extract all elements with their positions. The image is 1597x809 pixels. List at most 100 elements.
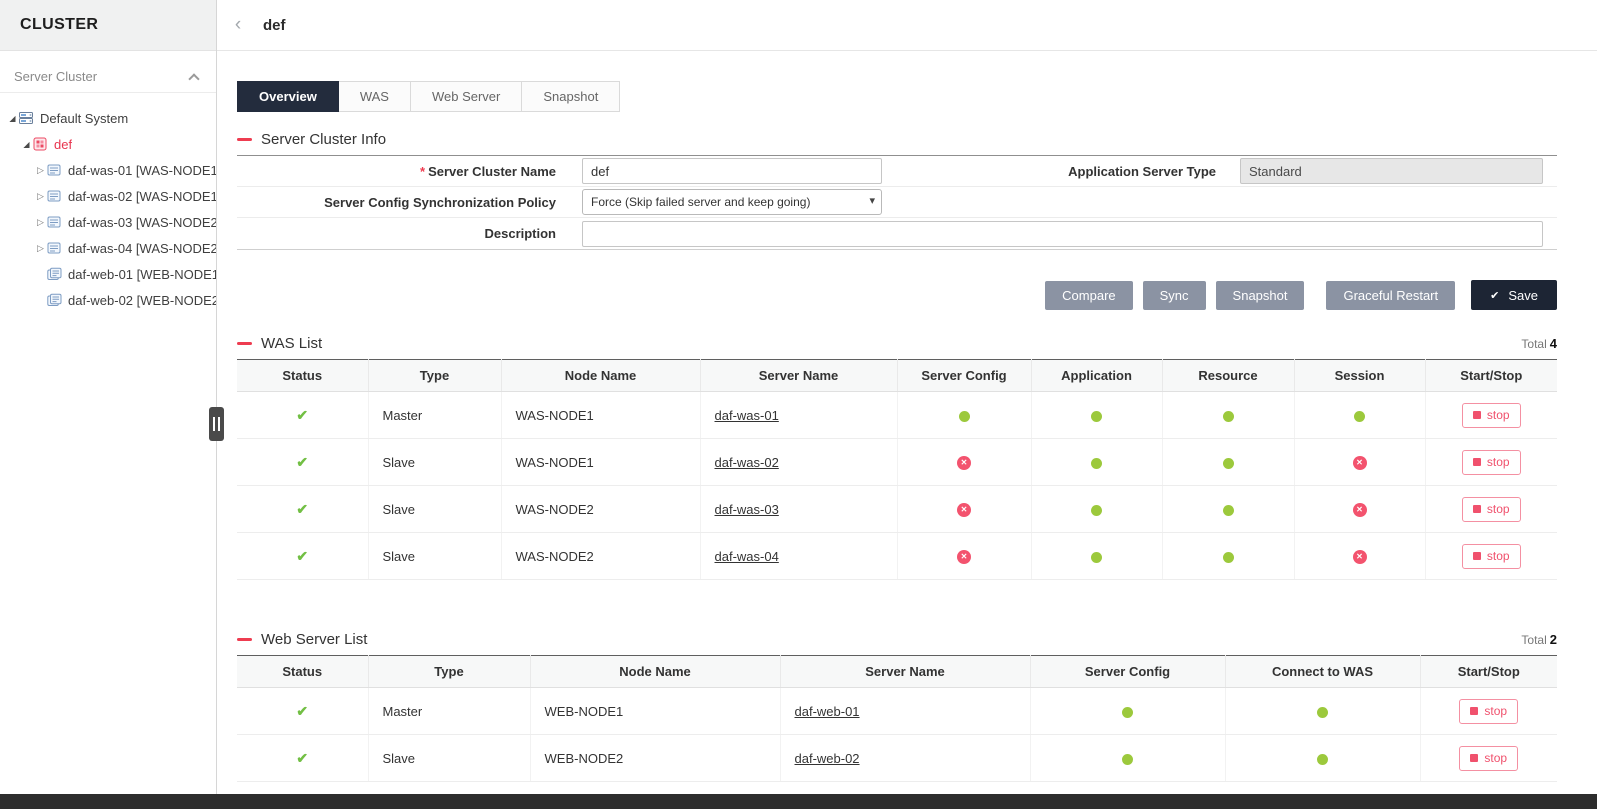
cell-server-name: daf-was-04 — [699, 532, 897, 580]
cell-server-name: daf-was-01 — [699, 391, 897, 439]
main-panel: ‹ def Overview WAS Web Server Snapshot Serv… — [217, 0, 1597, 794]
cell-server-config — [896, 391, 1031, 439]
chevron-up-icon[interactable] — [188, 72, 200, 85]
cell-start-stop: stop — [1424, 485, 1557, 533]
table-row: ✔ Slave WAS-NODE2 daf-was-03 ✕ ✕ stop — [237, 485, 1557, 533]
tree-item-label: daf-was-01 [WAS-NODE1] — [68, 162, 216, 178]
sync-policy-select[interactable]: Force (Skip failed server and keep going… — [582, 189, 882, 215]
sidebar-splitter-handle[interactable] — [209, 407, 224, 441]
stop-button[interactable]: stop — [1461, 543, 1521, 569]
save-button-label: Save — [1508, 287, 1538, 303]
stop-button[interactable]: stop — [1461, 402, 1521, 428]
check-icon: ✔ — [1490, 289, 1500, 302]
tree-item-def[interactable]: ◢ def — [0, 131, 216, 157]
expanded-arrow-icon[interactable]: ◢ — [20, 140, 33, 149]
system-icon — [19, 111, 37, 125]
server-cluster-section-toggle[interactable]: Server Cluster — [0, 61, 216, 93]
stop-square-icon — [1472, 458, 1481, 466]
tab-snapshot[interactable]: Snapshot — [521, 81, 621, 112]
tree-item-daf-web-01[interactable]: daf-web-01 [WEB-NODE1] — [0, 261, 216, 287]
description-input[interactable] — [582, 220, 1543, 247]
cell-status: ✔ — [237, 734, 368, 782]
tab-web-server[interactable]: Web Server — [409, 81, 523, 112]
cell-text: WEB-NODE1 — [544, 703, 624, 719]
server-name-link[interactable]: daf-was-03 — [715, 502, 779, 517]
cell-session: ✕ — [1293, 532, 1425, 580]
collapse-sidebar-arrow-icon[interactable]: ‹ — [227, 14, 249, 36]
tree-item-label: daf-was-04 [WAS-NODE2] — [68, 240, 216, 256]
was-list-section-head: WAS List Total 4 — [237, 334, 1557, 352]
expanded-arrow-icon[interactable]: ◢ — [6, 114, 19, 123]
cell-text: WAS-NODE2 — [515, 548, 594, 564]
server-name-link[interactable]: daf-was-02 — [715, 455, 779, 470]
cell-application — [1030, 532, 1162, 580]
server-name-link[interactable]: daf-was-04 — [715, 549, 779, 564]
status-ok-check-icon: ✔ — [296, 406, 309, 423]
cell-status: ✔ — [237, 687, 368, 735]
status-ok-dot-icon — [1222, 551, 1234, 563]
cluster-info-section-title: Server Cluster Info — [261, 130, 387, 148]
compare-button[interactable]: Compare — [1045, 280, 1133, 310]
stop-button-label: stop — [1486, 502, 1510, 516]
cell-text: WEB-NODE2 — [544, 750, 624, 766]
cell-text: WAS-NODE1 — [515, 454, 594, 470]
web-server-list-table: Status Type Node Name Server Name Server Con… — [237, 655, 1557, 782]
graceful-restart-button[interactable]: Graceful Restart — [1326, 280, 1456, 310]
server-cluster-label: Server Cluster — [14, 69, 98, 84]
cell-server-name: daf-web-02 — [779, 734, 1030, 782]
column-header-type: Type — [367, 359, 501, 392]
status-ok-check-icon: ✔ — [296, 702, 309, 719]
tab-was[interactable]: WAS — [337, 81, 411, 112]
snapshot-button[interactable]: Snapshot — [1215, 280, 1305, 310]
tree-item-daf-was-03[interactable]: ▷ daf-was-03 [WAS-NODE2] — [0, 209, 216, 235]
server-name-link[interactable]: daf-web-02 — [795, 751, 860, 766]
cell-type: Slave — [367, 734, 530, 782]
cell-node-name: WAS-NODE1 — [500, 391, 700, 439]
stop-button[interactable]: stop — [1461, 496, 1521, 522]
page-title: def — [263, 16, 286, 34]
table-row: ✔ Slave WEB-NODE2 daf-web-02 stop — [237, 734, 1557, 782]
collapsed-arrow-icon[interactable]: ▷ — [34, 165, 47, 176]
tree-item-default[interactable]: ◢ Default System — [0, 105, 216, 131]
tree-item-daf-web-02[interactable]: daf-web-02 [WEB-NODE2] — [0, 287, 216, 313]
server-name-link[interactable]: daf-was-01 — [715, 408, 779, 423]
web-total-label: Total — [1521, 632, 1547, 647]
status-ok-dot-icon — [1091, 504, 1102, 516]
cell-start-stop: stop — [1424, 532, 1557, 580]
status-ok-check-icon: ✔ — [296, 749, 309, 766]
status-ok-check-icon: ✔ — [296, 500, 309, 517]
cell-text: Slave — [382, 501, 416, 517]
save-button[interactable]: ✔ Save — [1471, 280, 1557, 310]
cell-node-name: WAS-NODE2 — [500, 485, 700, 533]
cell-resource — [1161, 438, 1294, 486]
cell-session: ✕ — [1293, 438, 1425, 486]
table-row: ✔ Slave WAS-NODE1 daf-was-02 ✕ ✕ stop — [237, 438, 1557, 486]
app-window: CLUSTER Server Cluster ◢ Default System ◢ d… — [0, 0, 1597, 794]
was-list-section-title: WAS List — [261, 334, 323, 352]
cell-connect-to-was — [1224, 687, 1420, 735]
tree-item-daf-was-04[interactable]: ▷ daf-was-04 [WAS-NODE2] — [0, 235, 216, 261]
collapsed-arrow-icon[interactable]: ▷ — [34, 217, 47, 228]
table-row: ✔ Slave WAS-NODE2 daf-was-04 ✕ ✕ stop — [237, 532, 1557, 580]
tab-overview[interactable]: Overview — [237, 81, 339, 112]
stop-button[interactable]: stop — [1459, 745, 1519, 771]
stop-button[interactable]: stop — [1461, 449, 1521, 475]
tree-item-daf-was-01[interactable]: ▷ daf-was-01 [WAS-NODE1] — [0, 157, 216, 183]
collapsed-arrow-icon[interactable]: ▷ — [34, 191, 47, 202]
tree-item-daf-was-02[interactable]: ▷ daf-was-02 [WAS-NODE1] — [0, 183, 216, 209]
stop-button[interactable]: stop — [1459, 698, 1519, 724]
status-ok-dot-icon — [1222, 457, 1234, 469]
was-server-icon — [47, 163, 65, 177]
status-error-icon: ✕ — [1352, 549, 1367, 564]
stop-button-label: stop — [1484, 751, 1508, 765]
bottom-bar — [0, 794, 1597, 809]
status-error-icon: ✕ — [957, 455, 971, 470]
column-header-application: Application — [1030, 359, 1162, 392]
sync-button[interactable]: Sync — [1142, 280, 1206, 310]
server-name-link[interactable]: daf-web-01 — [795, 704, 860, 719]
server-cluster-name-input[interactable] — [582, 158, 882, 184]
table-row: ✔ Master WAS-NODE1 daf-was-01 stop — [237, 391, 1557, 439]
collapsed-arrow-icon[interactable]: ▷ — [34, 243, 47, 254]
cell-connect-to-was — [1224, 734, 1420, 782]
was-total-label: Total — [1521, 336, 1547, 351]
